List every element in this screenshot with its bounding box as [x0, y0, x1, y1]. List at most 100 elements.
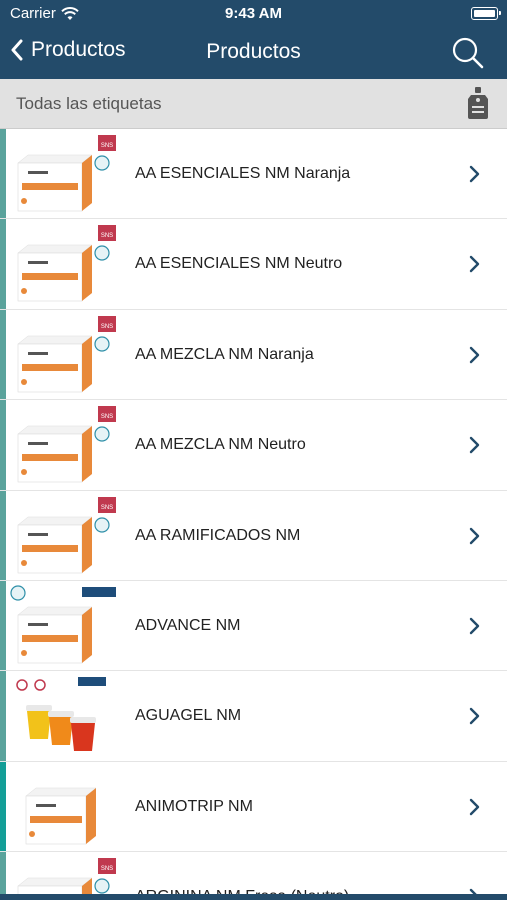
cup-lid: [48, 711, 74, 718]
producto-badge: [82, 586, 116, 597]
row-accent-bar: [0, 400, 6, 490]
product-thumbnail: SNS: [17, 496, 116, 573]
box-flavor-dot: [21, 378, 27, 385]
certification-seal: [10, 585, 26, 601]
cup-lid: [70, 717, 96, 724]
certification-seal: [94, 878, 110, 894]
box-brand-mark: [36, 803, 56, 807]
box-label-band: [22, 544, 78, 552]
product-row[interactable]: SNS AA RAMIFICADOS NM: [0, 490, 507, 581]
box-brand-mark: [28, 622, 48, 626]
sns-badge-text: SNS: [101, 866, 113, 872]
feature-icon: [16, 679, 28, 692]
product-row[interactable]: SNS AA ESENCIALES NM Naranja: [0, 129, 507, 220]
box-label-band: [30, 815, 82, 823]
product-row[interactable]: SNS AA MEZCLA NM Naranja: [0, 309, 507, 401]
bottom-bar: [0, 894, 507, 900]
producto-badge: [78, 677, 106, 687]
row-accent-bar: [0, 129, 6, 219]
box-side: [82, 606, 92, 663]
box-brand-mark: [28, 532, 48, 536]
box-side: [86, 787, 96, 844]
box-brand-mark: [28, 171, 48, 174]
product-name: ANIMOTRIP NM: [135, 797, 253, 815]
product-thumbnail: SNS: [17, 135, 116, 212]
certification-seal: [94, 516, 110, 533]
box-label-band: [22, 454, 78, 462]
box-label-band: [22, 183, 78, 190]
tag-icon[interactable]: [467, 87, 489, 119]
chevron-right-icon: [469, 256, 480, 273]
sns-badge-text: SNS: [101, 505, 113, 511]
box-side: [82, 245, 92, 302]
product-thumbnail: SNS: [17, 406, 116, 483]
product-row[interactable]: SNSARGININA NM Fresa (Neutro): [0, 852, 507, 900]
box-side: [82, 335, 92, 392]
box-flavor-dot: [21, 198, 27, 204]
product-name: AA MEZCLA NM Naranja: [135, 345, 314, 363]
chevron-right-icon: [469, 165, 480, 183]
battery-icon: [471, 7, 501, 20]
row-accent-bar: [0, 580, 6, 671]
page-title: Productos: [206, 40, 301, 63]
chevron-right-icon: [469, 527, 480, 544]
chevron-right-icon: [469, 617, 480, 635]
product-name: AA ESENCIALES NM Neutro: [135, 255, 343, 273]
product-list: SNS AA ESENCIALES NM Naranja SNS AA ESENCIA…: [0, 129, 507, 900]
product-row[interactable]: ADVANCE NM: [0, 580, 507, 672]
product-thumbnail: SNS: [17, 315, 116, 393]
product-row[interactable]: ANIMOTRIP NM: [0, 761, 507, 853]
box-top: [17, 877, 93, 887]
box-top: [17, 425, 93, 435]
box-flavor-dot: [29, 830, 35, 837]
tag-filter-bar[interactable]: Todas las etiquetas: [0, 79, 507, 129]
product-thumbnail: SNS: [17, 225, 116, 302]
product-name: AA RAMIFICADOS NM: [135, 526, 301, 544]
box-side: [82, 516, 92, 573]
box-label-band: [22, 273, 78, 281]
jelly-cup: [27, 711, 51, 740]
box-top: [17, 516, 93, 525]
tag-filter-label: Todas las etiquetas: [16, 94, 162, 113]
row-accent-bar: [0, 761, 6, 852]
certification-seal: [94, 426, 110, 442]
header: Carrier 9:43 AM Productos Productos: [0, 0, 507, 79]
jelly-cup: [71, 723, 95, 752]
product-row[interactable]: SNS AA MEZCLA NM Neutro: [0, 400, 507, 491]
certification-seal: [94, 245, 110, 261]
row-accent-bar: [0, 852, 6, 900]
nav-bar: Productos Productos: [0, 28, 507, 79]
row-accent-bar: [0, 219, 6, 309]
row-accent-bar: [0, 309, 6, 400]
product-row[interactable]: AGUAGEL NM: [0, 671, 507, 762]
cup-lid: [26, 705, 52, 712]
box-flavor-dot: [21, 649, 27, 656]
row-accent-bar: [0, 671, 6, 761]
box-label-band: [22, 634, 78, 642]
sns-badge-text: SNS: [101, 414, 113, 420]
product-name: AA MEZCLA NM Neutro: [135, 436, 306, 454]
product-name: AGUAGEL NM: [135, 707, 242, 725]
product-row[interactable]: SNS AA ESENCIALES NM Neutro: [0, 219, 507, 310]
sns-badge-text: SNS: [101, 233, 113, 239]
box-flavor-dot: [21, 288, 27, 295]
product-name: ADVANCE NM: [135, 616, 241, 634]
box-top: [17, 154, 93, 164]
chevron-right-icon: [469, 346, 480, 363]
clock: 9:43 AM: [225, 5, 282, 22]
box-top: [17, 335, 93, 345]
box-side: [82, 426, 92, 483]
jelly-cup: [49, 717, 73, 746]
row-accent-bar: [0, 490, 6, 580]
product-thumbnail: [25, 787, 97, 845]
sns-badge-text: SNS: [101, 143, 113, 149]
product-name: AA ESENCIALES NM Naranja: [135, 165, 351, 182]
chevron-right-icon: [469, 708, 480, 725]
box-top: [17, 606, 93, 616]
chevron-right-icon: [469, 436, 480, 454]
box-brand-mark: [28, 351, 48, 355]
certification-seal: [94, 336, 110, 352]
product-thumbnail: [10, 585, 116, 664]
box-flavor-dot: [21, 469, 27, 476]
search-icon[interactable]: [451, 36, 485, 70]
